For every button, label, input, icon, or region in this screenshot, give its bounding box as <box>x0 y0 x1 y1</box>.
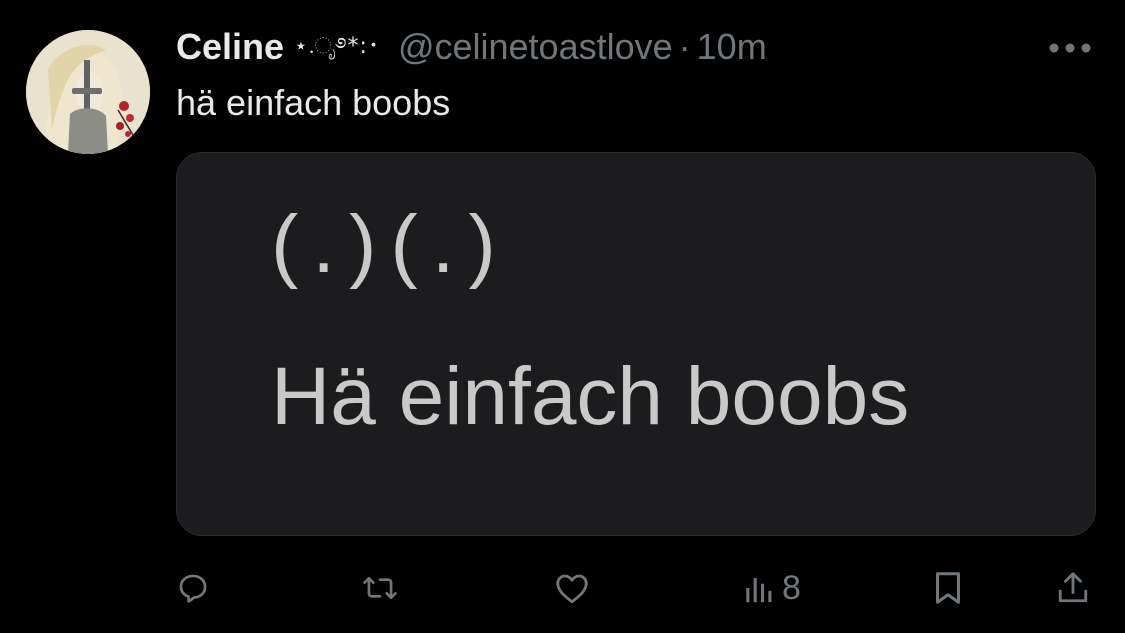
share-button[interactable] <box>1056 560 1090 616</box>
media-text-line-2: Hä einfach boobs <box>271 351 910 442</box>
bookmark-button[interactable] <box>932 560 964 616</box>
retweet-icon <box>363 576 397 600</box>
timestamp[interactable]: 10m <box>697 24 767 70</box>
tweet-header: Celine ⋆.ೃ࿔*:･ @celinetoastlove · 10m <box>176 24 767 70</box>
heart-icon <box>556 574 588 604</box>
share-icon <box>1058 572 1088 603</box>
avatar[interactable] <box>26 30 150 154</box>
like-button[interactable] <box>554 560 590 616</box>
bookmark-icon <box>936 572 960 604</box>
action-bar: 8 <box>176 560 1096 616</box>
reply-button[interactable] <box>176 560 210 616</box>
illustrated-knight-avatar-icon <box>26 30 150 154</box>
retweet-button[interactable] <box>362 560 398 616</box>
separator-dot: · <box>678 26 691 67</box>
tweet-media-image[interactable]: (.)(.) Hä einfach boobs <box>176 152 1096 536</box>
tweet-text: hä einfach boobs <box>176 82 451 123</box>
display-name-decoration: ⋆.ೃ࿔*:･ <box>294 34 380 59</box>
views-count: 8 <box>782 569 801 607</box>
user-handle[interactable]: @celinetoastlove <box>398 24 673 70</box>
more-button[interactable] <box>1044 28 1096 68</box>
reply-icon <box>179 574 207 603</box>
more-icon <box>1049 43 1091 53</box>
views-button[interactable]: 8 <box>744 560 801 616</box>
views-icon <box>746 578 772 603</box>
tweet[interactable]: Celine ⋆.ೃ࿔*:･ @celinetoastlove · 10m hä… <box>0 0 1125 633</box>
display-name[interactable]: Celine <box>176 24 284 70</box>
media-text-line-1: (.)(.) <box>271 199 510 290</box>
